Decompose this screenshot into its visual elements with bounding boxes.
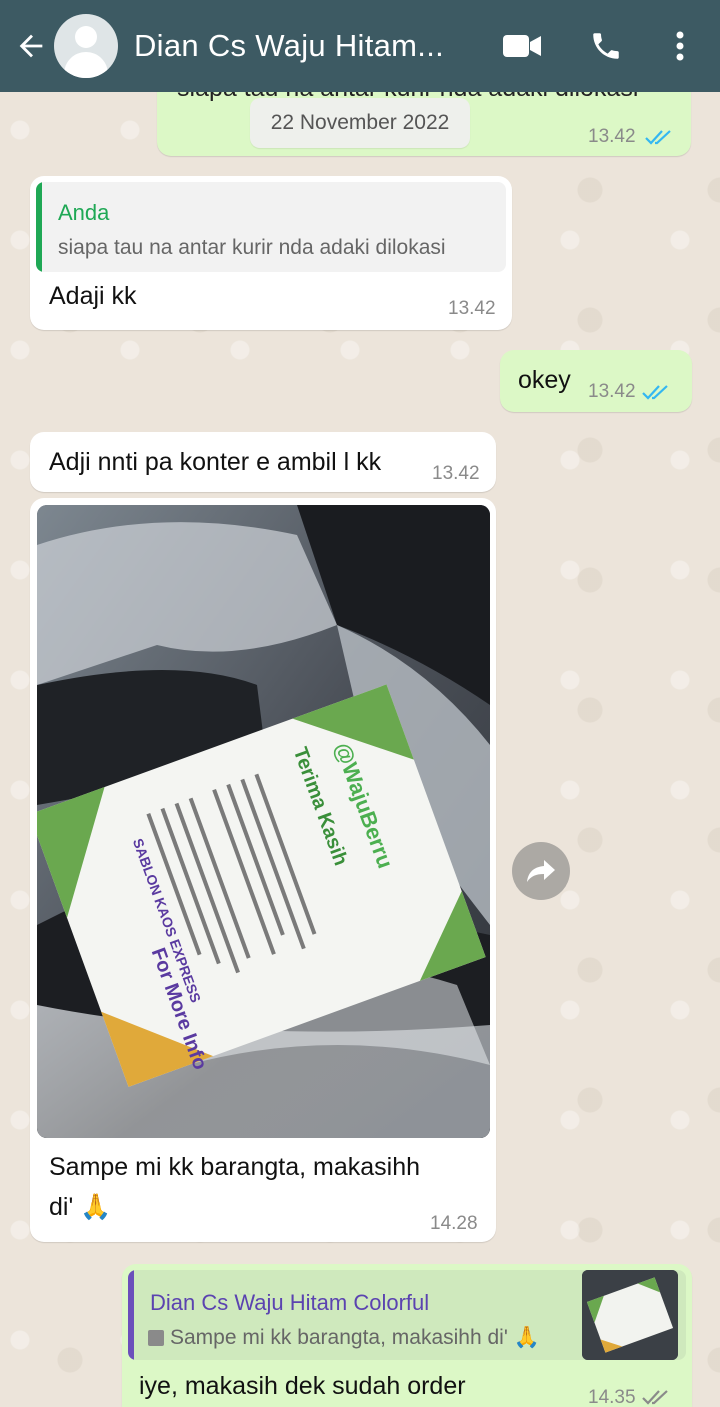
read-ticks-icon — [642, 383, 672, 406]
quote-bar — [36, 182, 42, 272]
quote-text-content: Sampe mi kk barangta, makasihh di' 🙏 — [170, 1326, 540, 1349]
message-time: 13.42 — [588, 381, 636, 402]
message-caption: di' 🙏 — [49, 1193, 112, 1221]
quote-text: Sampe mi kk barangta, makasihh di' 🙏 — [148, 1326, 540, 1350]
sent-ticks-icon — [642, 1388, 672, 1407]
video-call-icon[interactable] — [502, 32, 542, 60]
quote-author: Anda — [58, 200, 110, 225]
back-arrow-icon[interactable] — [10, 29, 52, 63]
phone-icon[interactable] — [588, 29, 624, 63]
message-text: okey — [518, 366, 571, 394]
message-bubble-outgoing[interactable]: okey 13.42 — [500, 350, 692, 412]
quote-bar — [128, 1270, 134, 1360]
message-time: 13.42 — [432, 463, 480, 484]
message-bubble-incoming[interactable]: Adji nnti pa konter e ambil l kk 13.42 — [30, 432, 496, 492]
message-bubble-outgoing[interactable]: Dian Cs Waju Hitam Colorful Sampe mi kk … — [122, 1264, 692, 1407]
avatar[interactable] — [54, 14, 118, 78]
message-text: iye, makasih dek sudah order — [139, 1372, 466, 1400]
forward-icon[interactable] — [512, 842, 570, 900]
message-time: 13.42 — [588, 126, 636, 147]
quoted-message[interactable]: Anda siapa tau na antar kurir nda adaki … — [36, 182, 506, 272]
chat-header: Dian Cs Waju Hitam... — [0, 0, 720, 92]
read-ticks-icon — [645, 128, 675, 151]
more-vert-icon[interactable] — [668, 30, 692, 62]
message-time: 14.28 — [430, 1213, 478, 1234]
contact-name[interactable]: Dian Cs Waju Hitam... — [134, 28, 464, 64]
message-caption: Sampe mi kk barangta, makasihh — [49, 1153, 421, 1181]
photo-icon — [148, 1330, 164, 1346]
quote-author: Dian Cs Waju Hitam Colorful — [150, 1290, 430, 1315]
quote-thumbnail — [582, 1270, 678, 1360]
date-separator: 22 November 2022 — [250, 98, 470, 148]
message-text: Adaji kk — [49, 282, 137, 310]
quoted-message[interactable]: Dian Cs Waju Hitam Colorful Sampe mi kk … — [128, 1270, 686, 1360]
message-photo[interactable]: @WajuBerru Terima Kasih For More Info SA… — [37, 505, 490, 1138]
message-text: Adji nnti pa konter e ambil l kk — [49, 448, 382, 476]
message-bubble-incoming[interactable]: Anda siapa tau na antar kurir nda adaki … — [30, 176, 512, 330]
quote-text: siapa tau na antar kurir nda adaki dilok… — [58, 236, 446, 259]
message-time: 14.35 — [588, 1387, 636, 1407]
message-time: 13.42 — [448, 298, 496, 319]
